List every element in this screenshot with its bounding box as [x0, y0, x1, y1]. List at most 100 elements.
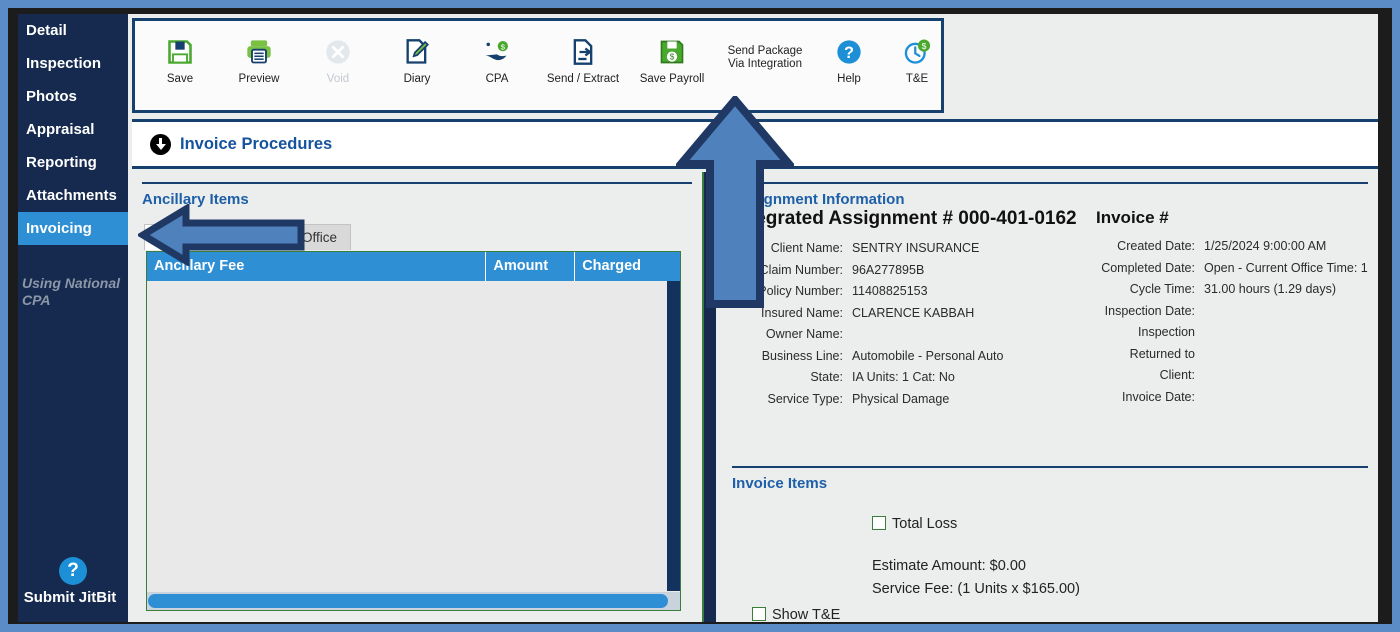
ancillary-items-title: Ancillary Items	[142, 182, 692, 208]
application-surface: Detail Inspection Photos Appraisal Repor…	[18, 14, 1378, 622]
sidebar-item-detail[interactable]: Detail	[18, 14, 128, 47]
total-loss-label: Total Loss	[892, 516, 958, 532]
invoice-procedures-title: Invoice Procedures	[180, 134, 333, 153]
invoice-items-title: Invoice Items	[732, 466, 1368, 492]
table-header-row: Ancillary Fee Amount Charged	[147, 252, 680, 281]
send-extract-button[interactable]: Send / Extract	[537, 35, 629, 85]
column-header-ancillary-fee[interactable]: Ancillary Fee	[147, 252, 487, 281]
field-completed-date: Completed Date: Open - Current Office Tim…	[1096, 258, 1378, 280]
sidebar-item-attachments[interactable]: Attachments	[18, 179, 128, 212]
panel-vertical-scrollbar[interactable]	[702, 172, 716, 622]
floppy-dollar-icon: $	[633, 35, 711, 69]
field-service-type: Service Type: Physical Damage	[732, 389, 1096, 411]
field-created-date: Created Date: 1/25/2024 9:00:00 AM	[1096, 236, 1378, 258]
ancillary-tab-2[interactable]	[199, 224, 285, 250]
sidebar-item-label: Invoicing	[26, 220, 92, 237]
save-label: Save	[166, 73, 194, 85]
field-label: Service Type:	[767, 391, 843, 406]
sidebar-note: Using National CPA	[22, 275, 121, 308]
sidebar-item-label: Appraisal	[26, 121, 95, 138]
preview-button[interactable]: Preview	[219, 35, 299, 85]
field-inspection-returned-to-client: Inspection Returned to Client:	[1096, 322, 1378, 387]
assignment-information-panel: Assignment Information Integrated Assign…	[702, 172, 1378, 622]
field-policy-number: Policy Number: 11408825153	[732, 281, 1096, 303]
field-label: Policy Number:	[758, 284, 843, 298]
diary-button[interactable]: Diary	[377, 35, 457, 85]
field-value: 31.00 hours (1.29 days)	[1204, 282, 1337, 296]
assignment-number: Integrated Assignment # 000-401-0162	[732, 208, 1077, 229]
field-label: Inspection Returned to Client:	[1129, 325, 1195, 382]
svg-text:$: $	[670, 53, 675, 62]
total-loss-checkbox[interactable]	[872, 516, 886, 530]
cpa-button[interactable]: $ CPA	[457, 35, 537, 85]
circle-x-icon	[303, 35, 373, 69]
submit-jitbit-button[interactable]: ? Submit JitBit	[18, 557, 128, 606]
field-owner-name: Owner Name:	[732, 324, 1096, 346]
sidebar-item-label: Attachments	[26, 187, 117, 204]
floppy-disk-icon	[145, 35, 215, 69]
screenshot-root: Detail Inspection Photos Appraisal Repor…	[0, 0, 1400, 632]
field-insured-name: Insured Name: CLARENCE KABBAH	[732, 303, 1096, 325]
help-circle-icon: ?	[819, 35, 879, 69]
clock-dollar-icon: $	[887, 35, 947, 69]
svg-text:$: $	[922, 41, 927, 51]
field-business-line: Business Line: Automobile - Personal Auto	[732, 346, 1096, 368]
ancillary-tab-label: Office	[302, 230, 338, 245]
download-circle-icon	[150, 133, 171, 155]
estimate-amount: Estimate Amount: $0.00	[872, 558, 1026, 574]
sidebar-item-label: Inspection	[26, 55, 102, 72]
field-value: Automobile - Personal Auto	[852, 348, 1004, 363]
content-area: Ancillary Items Office Ancillary Fee Amo…	[132, 172, 1378, 622]
field-label: Client Name:	[770, 241, 843, 255]
cpa-label: CPA	[485, 73, 509, 85]
field-label: State:	[810, 370, 843, 384]
sidebar-item-inspection[interactable]: Inspection	[18, 47, 128, 80]
assignment-details: Integrated Assignment # 000-401-0162 Cli…	[716, 208, 1378, 436]
table-horizontal-scrollbar[interactable]	[147, 592, 680, 610]
sidebar-item-label: Detail	[26, 22, 67, 39]
sidebar-item-invoicing[interactable]: Invoicing	[18, 212, 128, 245]
field-value: Physical Damage	[852, 391, 950, 406]
scrollbar-thumb[interactable]	[148, 594, 668, 608]
field-label: Business Line:	[761, 348, 843, 363]
field-state-units-cat: State: IA Units: 1 Cat: No	[732, 367, 1096, 389]
void-button[interactable]: Void	[299, 35, 377, 85]
column-header-amount[interactable]: Amount	[486, 252, 576, 281]
show-te-row[interactable]: Show T&E	[716, 607, 1378, 622]
ancillary-tab-1[interactable]	[144, 224, 196, 250]
send-extract-label: Send / Extract	[546, 73, 620, 85]
printer-icon	[223, 35, 295, 69]
table-vertical-scrollbar[interactable]	[667, 281, 680, 591]
service-fee: Service Fee: (1 Units x $165.00)	[872, 581, 1080, 597]
ancillary-tab-office[interactable]: Office	[288, 224, 352, 250]
sidebar-item-label: Photos	[26, 88, 77, 105]
sidebar-item-photos[interactable]: Photos	[18, 80, 128, 113]
svg-text:?: ?	[844, 44, 854, 62]
send-package-via-integration-button[interactable]: Send Package Via Integration	[715, 35, 815, 71]
sidebar-item-appraisal[interactable]: Appraisal	[18, 113, 128, 146]
help-button[interactable]: ? Help	[815, 35, 883, 85]
question-mark-icon: ?	[59, 557, 87, 585]
field-label: Insured Name:	[761, 305, 843, 320]
sidebar: Detail Inspection Photos Appraisal Repor…	[18, 14, 128, 622]
field-claim-number: Claim Number: 96A277895B	[732, 260, 1096, 282]
void-label: Void	[326, 73, 350, 85]
te-button[interactable]: $ T&E	[883, 35, 951, 85]
sidebar-item-reporting[interactable]: Reporting	[18, 146, 128, 179]
ancillary-tabs: Office	[144, 224, 352, 250]
field-value: Open - Current Office Time: 1	[1204, 260, 1368, 275]
field-cycle-time: Cycle Time: 31.00 hours (1.29 days)	[1096, 279, 1378, 301]
help-label: Help	[837, 73, 861, 85]
preview-label: Preview	[238, 73, 280, 85]
total-loss-row[interactable]: Total Loss	[716, 516, 1378, 532]
column-header-charged[interactable]: Charged	[575, 252, 680, 281]
field-value: IA Units: 1 Cat: No	[852, 370, 955, 384]
invoice-procedures-bar[interactable]: Invoice Procedures	[132, 119, 1378, 169]
save-payroll-button[interactable]: $ Save Payroll	[629, 35, 715, 85]
field-value: 11408825153	[852, 284, 928, 298]
save-button[interactable]: Save	[141, 35, 219, 85]
field-label: Cycle Time:	[1129, 282, 1195, 296]
ancillary-items-panel: Ancillary Items Office Ancillary Fee Amo…	[132, 172, 702, 622]
submit-jitbit-label: Submit JitBit	[23, 589, 117, 606]
show-te-checkbox[interactable]	[752, 607, 766, 621]
